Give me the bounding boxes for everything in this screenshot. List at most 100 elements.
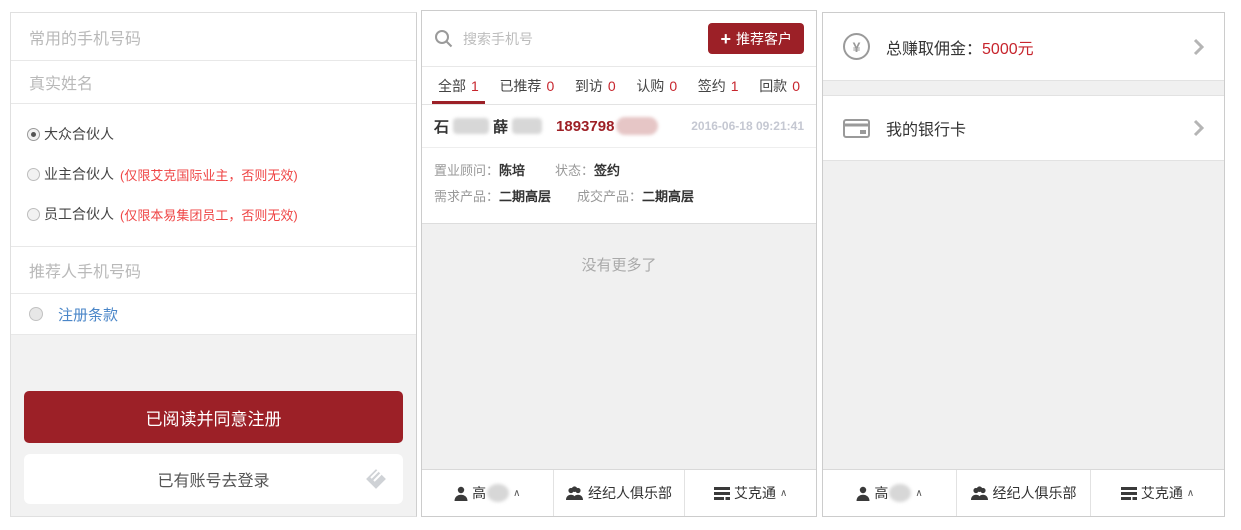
tab-label: 到访 — [575, 76, 603, 96]
radio-unselected-icon[interactable] — [27, 208, 40, 221]
nav-app-label: 艾克通 — [734, 483, 776, 503]
search-input[interactable]: 搜索手机号 — [463, 29, 533, 49]
redacted-name — [889, 484, 911, 502]
field-label: 置业顾问： — [434, 163, 499, 178]
recommend-customer-label: 推荐客户 — [736, 29, 792, 49]
chevron-right-icon — [1193, 38, 1204, 56]
commission-row[interactable]: ¥ 总赚取佣金：5000元 — [823, 13, 1224, 81]
caret-up-icon: ∧ — [915, 488, 922, 499]
customer-phone: 1893798 — [556, 118, 614, 135]
nav-profile-label: 高 — [472, 483, 486, 503]
commission-label: 总赚取佣金：5000元 — [886, 35, 1034, 59]
nav-profile[interactable]: 高 ∧ — [823, 470, 956, 516]
bank-card-row[interactable]: 我的银行卡 — [823, 95, 1224, 161]
real-name-input[interactable]: 真实姓名 — [11, 61, 416, 104]
tab-count: 0 — [608, 78, 616, 94]
customer-timestamp: 2016-06-18 09:21:41 — [691, 119, 804, 133]
nav-profile[interactable]: 高 ∧ — [422, 470, 553, 516]
tab-count: 0 — [792, 78, 800, 94]
tab-label: 签约 — [698, 76, 726, 96]
radio-option-owner-partner[interactable]: 业主合伙人 (仅限艾克国际业主，否则无效) — [27, 154, 416, 194]
form-footer: 已阅读并同意注册 已有账号去登录 — [11, 335, 416, 516]
terms-row: 注册条款 — [11, 294, 416, 335]
customer-card-header: 石 薛 1893798 2016-06-18 09:21:41 — [422, 105, 816, 148]
recommend-customer-button[interactable]: + 推荐客户 — [708, 23, 804, 54]
customer-card[interactable]: 石 薛 1893798 2016-06-18 09:21:41 置业顾问：陈培 状… — [422, 105, 816, 224]
tab-count: 1 — [731, 78, 739, 94]
customer-card-details: 置业顾问：陈培状态：签约 需求产品：二期高层成交产品：二期高层 — [422, 148, 816, 223]
radio-option-employee-partner[interactable]: 员工合伙人 (仅限本易集团员工，否则无效) — [27, 194, 416, 234]
radio-label: 大众合伙人 — [44, 124, 114, 144]
caret-up-icon: ∧ — [1187, 488, 1194, 499]
search-bar: 搜索手机号 + 推荐客户 — [422, 11, 816, 67]
field-label: 需求产品： — [434, 189, 499, 204]
field-value: 签约 — [594, 163, 620, 178]
register-panel: 常用的手机号码 真实姓名 大众合伙人 业主合伙人 (仅限艾克国际业主，否则无效)… — [10, 12, 417, 517]
customers-panel: 搜索手机号 + 推荐客户 全部 1 已推荐 0 到访 0 认购 0 — [421, 10, 817, 517]
phone-input[interactable]: 常用的手机号码 — [11, 13, 416, 61]
tab-repaid[interactable]: 回款 0 — [751, 67, 808, 104]
tab-count: 0 — [669, 78, 677, 94]
referrer-phone-input[interactable]: 推荐人手机号码 — [11, 247, 416, 294]
chevron-right-icon — [1193, 119, 1204, 137]
tab-recommended[interactable]: 已推荐 0 — [491, 67, 562, 104]
register-button[interactable]: 已阅读并同意注册 — [24, 391, 403, 443]
screenshot-stage: 常用的手机号码 真实姓名 大众合伙人 业主合伙人 (仅限艾克国际业主，否则无效)… — [0, 0, 1241, 530]
nav-broker-club[interactable]: 经纪人俱乐部 — [956, 470, 1090, 516]
redacted-name — [512, 118, 542, 134]
customer-detail-line: 置业顾问：陈培 状态：签约 — [434, 158, 804, 184]
radio-label: 员工合伙人 — [44, 204, 114, 224]
nav-app[interactable]: 艾克通 ∧ — [684, 470, 816, 516]
field-label: 状态： — [555, 163, 594, 178]
person-icon — [454, 486, 468, 501]
radio-label: 业主合伙人 — [44, 164, 114, 184]
bottom-nav: 高 ∧ 经纪人俱乐部 — [823, 469, 1224, 516]
radio-unselected-icon[interactable] — [27, 168, 40, 181]
customer-surname: 薛 — [493, 116, 508, 137]
person-icon — [856, 486, 870, 501]
bottom-nav: 高 ∧ 经纪人俱乐部 — [422, 469, 816, 516]
commission-label-text: 总赚取佣金： — [886, 41, 982, 58]
radio-option-public-partner[interactable]: 大众合伙人 — [27, 114, 416, 154]
empty-space — [823, 161, 1224, 469]
redacted-name — [453, 118, 489, 134]
login-button-label: 已有账号去登录 — [157, 467, 269, 491]
customer-surname: 石 — [434, 116, 449, 137]
nav-app-label: 艾克通 — [1141, 483, 1183, 503]
list-icon — [1121, 487, 1137, 500]
search-icon — [434, 29, 453, 48]
field-value: 陈培 — [499, 163, 525, 178]
login-button[interactable]: 已有账号去登录 — [24, 454, 403, 504]
yen-icon: ¥ — [843, 33, 870, 60]
radio-selected-icon[interactable] — [27, 128, 40, 141]
tab-signed[interactable]: 签约 1 — [690, 67, 747, 104]
no-more-text: 没有更多了 — [422, 224, 816, 469]
radio-note: (仅限本易集团员工，否则无效) — [120, 205, 298, 224]
field-label: 成交产品： — [577, 189, 642, 204]
tab-subscribed[interactable]: 认购 0 — [628, 67, 685, 104]
customer-detail-line: 需求产品：二期高层成交产品：二期高层 — [434, 184, 804, 210]
bank-card-label: 我的银行卡 — [886, 116, 966, 140]
caret-up-icon: ∧ — [780, 488, 787, 499]
field-value: 二期高层 — [642, 189, 694, 204]
tab-visited[interactable]: 到访 0 — [567, 67, 624, 104]
users-icon — [971, 486, 989, 501]
terms-radio-icon[interactable] — [29, 307, 43, 321]
section-gap — [823, 81, 1224, 95]
radio-note: (仅限艾克国际业主，否则无效) — [120, 165, 298, 184]
field-value: 二期高层 — [499, 189, 551, 204]
bank-card-icon — [843, 119, 870, 138]
nav-broker-club[interactable]: 经纪人俱乐部 — [553, 470, 685, 516]
tab-label: 已推荐 — [499, 76, 541, 96]
nav-app[interactable]: 艾克通 ∧ — [1090, 470, 1224, 516]
diamond-logo-icon — [363, 466, 389, 497]
tab-label: 回款 — [759, 76, 787, 96]
users-icon — [566, 486, 584, 501]
plus-icon: + — [720, 30, 731, 48]
nav-broker-club-label: 经纪人俱乐部 — [993, 483, 1077, 503]
nav-broker-club-label: 经纪人俱乐部 — [588, 483, 672, 503]
tab-all[interactable]: 全部 1 — [430, 67, 487, 104]
tab-label: 全部 — [438, 76, 466, 96]
terms-link[interactable]: 注册条款 — [58, 304, 118, 325]
caret-up-icon: ∧ — [513, 488, 520, 499]
